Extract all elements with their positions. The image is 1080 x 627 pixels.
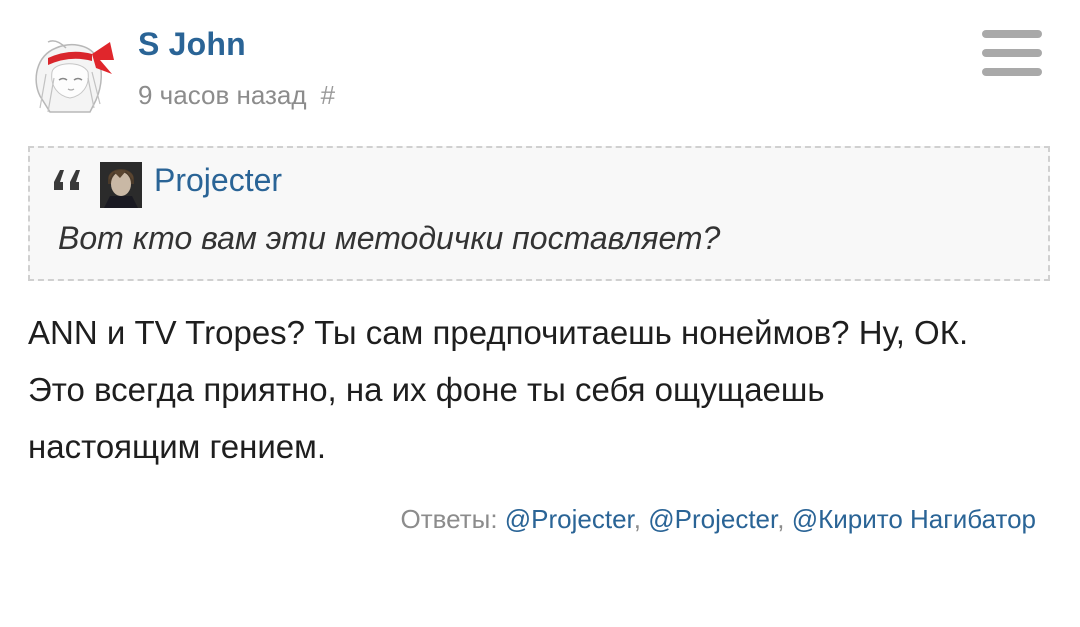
quote-marks-icon bbox=[54, 170, 80, 190]
replies-row: Ответы: @Projecter, @Projecter, @Кирито … bbox=[400, 504, 1036, 534]
reply-user-link[interactable]: @Кирито Нагибатор bbox=[792, 504, 1036, 534]
reply-user-link[interactable]: @Projecter bbox=[648, 504, 777, 534]
user-avatar-icon bbox=[100, 162, 142, 208]
post-body: ANN и TV Tropes? Ты сам предпочитаешь но… bbox=[28, 304, 1052, 475]
post-timestamp: 9 часов назад bbox=[138, 80, 307, 110]
reply-user-link[interactable]: @Projecter bbox=[505, 504, 634, 534]
anime-girl-avatar-icon bbox=[35, 40, 114, 113]
hamburger-menu-icon bbox=[982, 30, 1042, 38]
post-menu-button[interactable] bbox=[982, 30, 1042, 78]
quote-block: Projecter Вот кто вам эти методички пост… bbox=[28, 146, 1050, 281]
hamburger-menu-icon bbox=[982, 68, 1042, 76]
quoted-user-avatar[interactable] bbox=[100, 162, 142, 208]
author-name-link[interactable]: S John bbox=[138, 26, 246, 63]
quoted-text: Вот кто вам эти методички поставляет? bbox=[58, 220, 721, 256]
post-meta: 9 часов назад # bbox=[138, 80, 335, 111]
hamburger-menu-icon bbox=[982, 49, 1042, 57]
permalink-hash-link[interactable]: # bbox=[321, 80, 335, 110]
post-body-line: Это всегда приятно, на их фоне ты себя о… bbox=[28, 371, 825, 408]
post-body-line: ANN и TV Tropes? Ты сам предпочитаешь но… bbox=[28, 314, 969, 351]
replies-label: Ответы: bbox=[400, 504, 498, 534]
post-body-line: настоящим гением. bbox=[28, 428, 327, 465]
quoted-author-link[interactable]: Projecter bbox=[154, 162, 282, 199]
author-avatar[interactable] bbox=[26, 34, 118, 114]
